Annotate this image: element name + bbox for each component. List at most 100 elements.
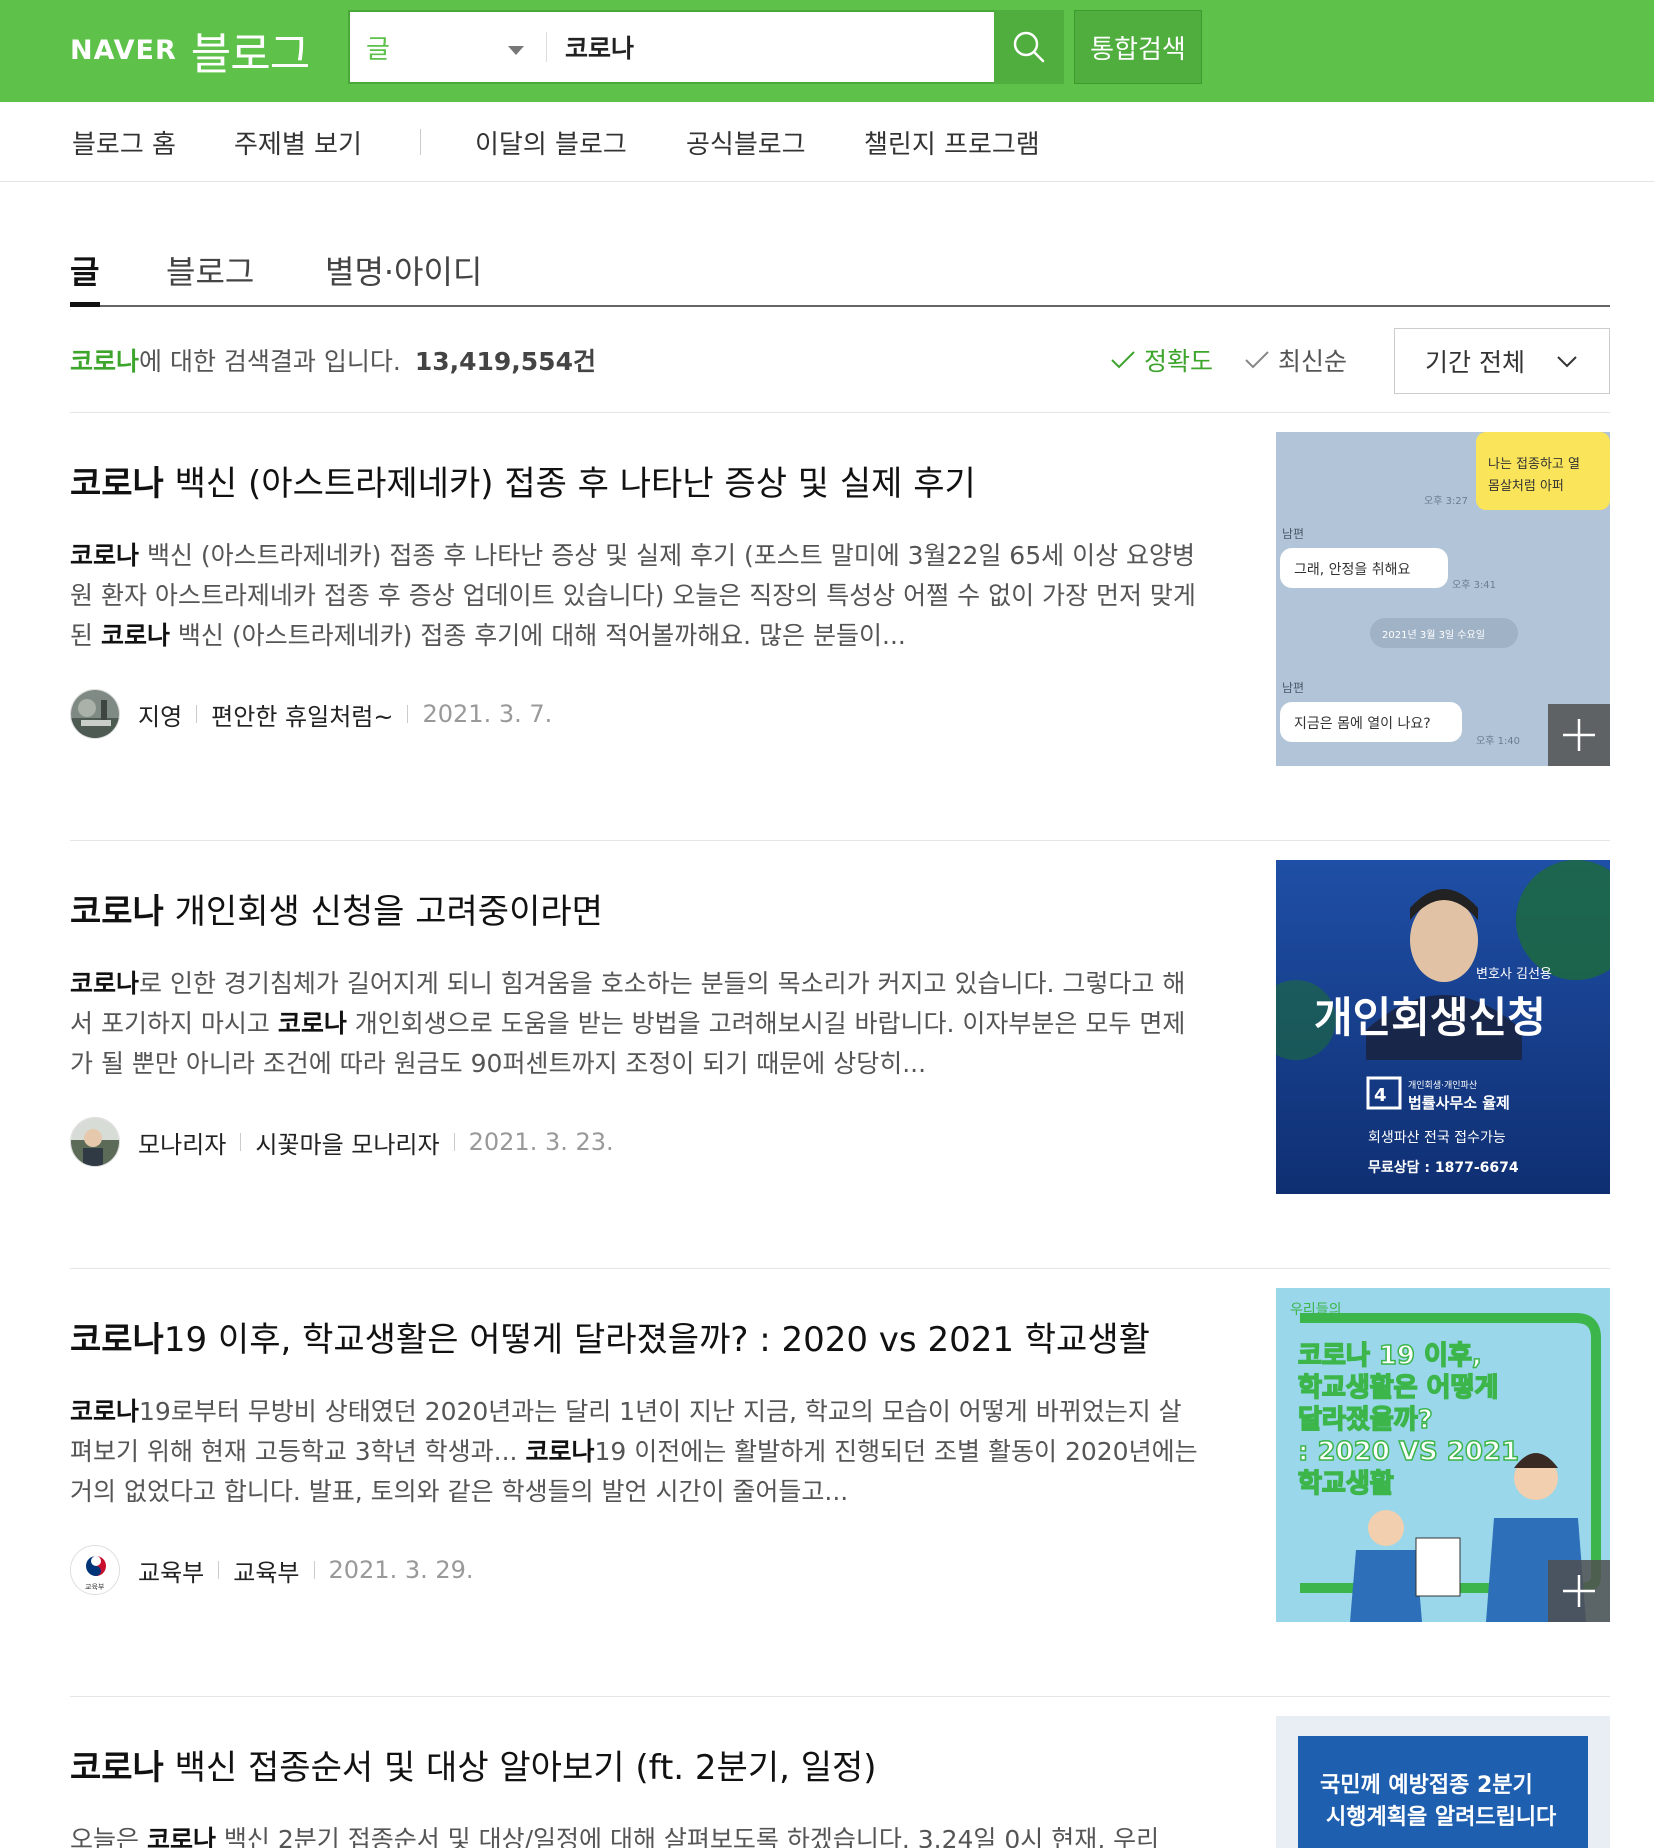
meta-divider	[240, 1133, 242, 1151]
svg-text:법률사무소 율제: 법률사무소 율제	[1408, 1094, 1510, 1112]
search-type-select[interactable]: 글	[350, 12, 546, 82]
nav-divider	[420, 129, 421, 155]
check-icon	[1111, 351, 1135, 369]
svg-text:4: 4	[1374, 1085, 1387, 1106]
author-name[interactable]: 지영	[138, 697, 182, 732]
result-thumbnail[interactable]: 국민께 예방접종 2분기 시행계획을 알려드립니다	[1276, 1716, 1610, 1848]
search-button[interactable]	[994, 10, 1064, 84]
avatar[interactable]: 교육부	[70, 1545, 120, 1595]
snippet-keyword: 코로나	[70, 541, 140, 570]
plus-icon	[1563, 1575, 1595, 1607]
svg-text:달라졌을까?: 달라졌을까?	[1298, 1405, 1433, 1435]
divider	[70, 1696, 1610, 1697]
result-keyword: 코로나	[70, 347, 140, 376]
svg-text:: 2020 VS 2021: : 2020 VS 2021	[1298, 1437, 1519, 1467]
title-text: 개인회생 신청을 고려중이라면	[163, 892, 603, 932]
tab-nickname-id[interactable]: 별명·아이디	[325, 247, 482, 293]
snippet-keyword: 코로나	[70, 969, 140, 998]
meta-divider	[407, 705, 409, 723]
snippet-text: 백신 2분기 접종순서 및 대상/일정에 대해 살펴보도록 하겠습니다. 3.2…	[215, 1825, 1160, 1848]
sort-accuracy[interactable]: 정확도	[1110, 342, 1213, 378]
result-title-link[interactable]: 코로나 백신 접종순서 및 대상 알아보기 (ft. 2분기, 일정)	[70, 1740, 1220, 1789]
nav-item-official-blog[interactable]: 공식블로그	[686, 124, 806, 161]
blog-name[interactable]: 교육부	[233, 1553, 299, 1588]
header: NAVER 블로그 글 통합검색	[0, 0, 1654, 102]
total-search-button[interactable]: 통합검색	[1074, 10, 1202, 84]
chat-bubble-text: 나는 접종하고 열	[1488, 457, 1580, 472]
snippet-keyword: 코로나	[146, 1825, 216, 1848]
result-summary: 코로나에 대한 검색결과 입니다. 13,419,554건	[70, 342, 596, 378]
svg-text:남편: 남편	[1282, 527, 1304, 541]
svg-text:개인회생신청: 개인회생신청	[1314, 993, 1546, 1042]
result-snippet[interactable]: 코로나19로부터 무방비 상태였던 2020년과는 달리 1년이 지난 지금, …	[70, 1392, 1200, 1512]
result-title-link[interactable]: 코로나 백신 (아스트라제네카) 접종 후 나타난 증상 및 실제 후기	[70, 456, 1220, 505]
period-filter-label: 기간 전체	[1425, 348, 1525, 377]
search-box: 글	[348, 10, 1064, 84]
svg-text:오후 1:40: 오후 1:40	[1476, 735, 1520, 747]
blog-nav: 블로그 홈 주제별 보기 이달의 블로그 공식블로그 챌린지 프로그램	[0, 102, 1654, 182]
svg-text:우리들의: 우리들의	[1290, 1302, 1342, 1318]
avatar[interactable]	[70, 1117, 120, 1167]
naver-blog-logo[interactable]: NAVER 블로그	[70, 20, 310, 80]
title-keyword: 코로나	[70, 464, 164, 504]
svg-text:오후 3:41: 오후 3:41	[1452, 579, 1496, 591]
lawyer-ad-image: 변호사 김선용 개인회생신청 4 개인회생·개인파산 법률사무소 율제 회생파산…	[1276, 860, 1610, 1194]
result-meta: 모나리자 시꽃마을 모나리자 2021. 3. 23.	[70, 1116, 614, 1168]
snippet-keyword: 코로나	[525, 1437, 595, 1466]
svg-text:회생파산 전국 접수가능: 회생파산 전국 접수가능	[1368, 1130, 1506, 1146]
post-date: 2021. 3. 29.	[328, 1556, 474, 1584]
result-meta: 교육부 교육부 교육부 2021. 3. 29.	[70, 1544, 474, 1596]
meta-divider	[218, 1561, 220, 1579]
svg-text:그래, 안정을 취해요: 그래, 안정을 취해요	[1294, 562, 1411, 578]
search-input[interactable]	[547, 12, 994, 82]
search-tabs: 글 블로그 별명·아이디	[70, 225, 1610, 307]
snippet-text: 백신 (아스트라제네카) 접종 후기에 대해 적어볼까해요. 많은 분들이...	[169, 621, 906, 650]
tab-blogs[interactable]: 블로그	[166, 247, 254, 293]
result-thumbnail[interactable]: 나는 접종하고 열 몸살처럼 아퍼 오후 3:27 남편 그래, 안정을 취해요…	[1276, 432, 1610, 766]
meta-divider	[453, 1133, 455, 1151]
author-name[interactable]: 모나리자	[138, 1125, 226, 1160]
nav-item-topics[interactable]: 주제별 보기	[234, 124, 362, 161]
svg-text:무료상담 : 1877-6674: 무료상담 : 1877-6674	[1368, 1159, 1519, 1176]
nav-item-monthly-blog[interactable]: 이달의 블로그	[475, 124, 627, 161]
svg-text:학교생활: 학교생활	[1298, 1469, 1394, 1499]
svg-text:개인회생·개인파산: 개인회생·개인파산	[1408, 1080, 1477, 1091]
logo-naver-text: NAVER	[70, 34, 177, 66]
check-icon	[1245, 351, 1269, 369]
blog-name[interactable]: 편안한 휴일처럼~	[211, 697, 393, 732]
logo-blog-text: 블로그	[190, 29, 310, 80]
author-name[interactable]: 교육부	[138, 1553, 204, 1588]
nav-item-blog-home[interactable]: 블로그 홈	[72, 124, 176, 161]
svg-text:코로나 19 이후,: 코로나 19 이후,	[1298, 1341, 1482, 1371]
result-snippet[interactable]: 코로나로 인한 경기침체가 길어지게 되니 힘겨움을 호소하는 분들의 목소리가…	[70, 964, 1200, 1084]
snippet-keyword: 코로나	[277, 1009, 347, 1038]
result-summary-text: 에 대한 검색결과 입니다.	[139, 347, 401, 376]
result-thumbnail[interactable]: 우리들의 코로나 19 이후, 학교생활은 어떻게 달라졌을까? : 2020 …	[1276, 1288, 1610, 1622]
tab-posts[interactable]: 글	[70, 247, 99, 293]
sort-latest[interactable]: 최신순	[1244, 342, 1347, 378]
chevron-down-icon	[1557, 356, 1577, 368]
result-snippet[interactable]: 오늘은 코로나 백신 2분기 접종순서 및 대상/일정에 대해 살펴보도록 하겠…	[70, 1820, 1200, 1848]
result-snippet[interactable]: 코로나 백신 (아스트라제네카) 접종 후 나타난 증상 및 실제 후기 (포스…	[70, 536, 1200, 656]
title-text: 19 이후, 학교생활은 어떻게 달라졌을까? : 2020 vs 2021 학…	[163, 1320, 1150, 1360]
avatar[interactable]	[70, 689, 120, 739]
svg-text:오후 3:27: 오후 3:27	[1424, 495, 1468, 507]
svg-text:몸살처럼 아퍼: 몸살처럼 아퍼	[1488, 479, 1564, 494]
result-count: 13,419,554건	[414, 347, 596, 376]
title-keyword: 코로나	[70, 1320, 164, 1360]
meta-divider	[196, 705, 198, 723]
vaccine-notice-image: 국민께 예방접종 2분기 시행계획을 알려드립니다	[1276, 1716, 1610, 1848]
blog-name[interactable]: 시꽃마을 모나리자	[255, 1125, 439, 1160]
nav-item-challenge[interactable]: 챌린지 프로그램	[864, 124, 1040, 161]
result-title-link[interactable]: 코로나 개인회생 신청을 고려중이라면	[70, 884, 1220, 933]
snippet-text: 오늘은	[70, 1825, 147, 1848]
result-meta: 지영 편안한 휴일처럼~ 2021. 3. 7.	[70, 688, 552, 740]
expand-button[interactable]	[1548, 1560, 1610, 1622]
svg-text:남편: 남편	[1282, 681, 1304, 695]
expand-button[interactable]	[1548, 704, 1610, 766]
snippet-keyword: 코로나	[70, 1397, 140, 1426]
divider	[70, 1268, 1610, 1269]
result-title-link[interactable]: 코로나19 이후, 학교생활은 어떻게 달라졌을까? : 2020 vs 202…	[70, 1312, 1220, 1361]
result-thumbnail[interactable]: 변호사 김선용 개인회생신청 4 개인회생·개인파산 법률사무소 율제 회생파산…	[1276, 860, 1610, 1194]
period-filter-dropdown[interactable]: 기간 전체	[1394, 328, 1610, 394]
